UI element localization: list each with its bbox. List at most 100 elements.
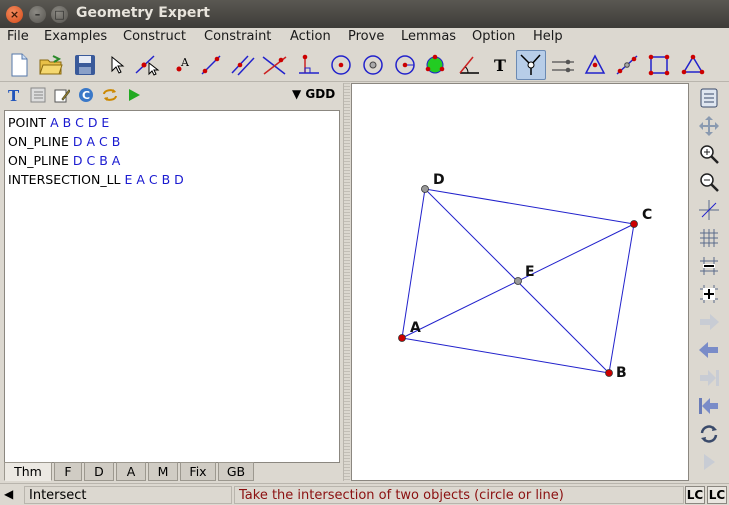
edit-theorem-icon[interactable] xyxy=(52,85,72,105)
step-back-icon[interactable] xyxy=(695,393,723,419)
segment-BC[interactable] xyxy=(608,223,635,374)
theorem-command: ON_PLINE xyxy=(8,153,69,168)
menu-prove[interactable]: Prove xyxy=(348,29,384,44)
new-file-icon[interactable] xyxy=(4,50,34,80)
tab-fix[interactable]: Fix xyxy=(180,462,216,481)
angle-icon[interactable] xyxy=(454,50,484,80)
prover-select[interactable]: ▼ GDD xyxy=(292,87,335,101)
refresh-all-icon[interactable] xyxy=(695,421,723,447)
svg-text:T: T xyxy=(8,87,20,103)
lc-indicator[interactable]: LC xyxy=(707,486,727,504)
theorem-command: INTERSECTION_LL xyxy=(8,172,121,187)
theorem-toolbar: T C ▼ GDD xyxy=(0,83,344,107)
status-bar: ◀ Intersect Take the intersection of two… xyxy=(0,483,729,505)
menu-help[interactable]: Help xyxy=(533,29,563,44)
point-E[interactable] xyxy=(514,277,522,285)
grid-increase-icon[interactable] xyxy=(695,281,723,307)
segment-DA[interactable] xyxy=(401,188,426,339)
tab-m[interactable]: M xyxy=(148,462,178,481)
minimize-button[interactable]: – xyxy=(29,6,46,23)
theorem-args: E A C B D xyxy=(124,172,184,187)
drawing-canvas[interactable]: A B C D E xyxy=(351,83,689,481)
save-icon[interactable] xyxy=(70,50,100,80)
run-prover-icon[interactable] xyxy=(124,85,144,105)
segment-AB[interactable] xyxy=(401,337,610,374)
point-C[interactable] xyxy=(630,220,638,228)
grid-decrease-icon[interactable] xyxy=(695,253,723,279)
tab-gb[interactable]: GB xyxy=(218,462,254,481)
circle-three-point-icon[interactable] xyxy=(358,50,388,80)
text-tool-icon[interactable]: T xyxy=(485,50,515,80)
intersect-tool-icon[interactable] xyxy=(516,50,546,80)
menu-file[interactable]: File xyxy=(7,29,29,44)
line-tool-icon[interactable] xyxy=(196,50,226,80)
window-title: Geometry Expert xyxy=(76,5,210,21)
tab-a[interactable]: A xyxy=(116,462,146,481)
back-arrow-icon[interactable] xyxy=(695,337,723,363)
zoom-out-icon[interactable] xyxy=(695,169,723,195)
theorem-text-icon[interactable]: T xyxy=(4,85,24,105)
menu-lemmas[interactable]: Lemmas xyxy=(401,29,456,44)
tab-f[interactable]: F xyxy=(54,462,82,481)
maximize-button[interactable]: □ xyxy=(51,6,68,23)
notes-icon[interactable] xyxy=(695,85,723,111)
circle-tool-icon[interactable] xyxy=(326,50,356,80)
menu-construct[interactable]: Construct xyxy=(123,29,186,44)
parallel-line-icon[interactable] xyxy=(228,50,258,80)
play-icon[interactable] xyxy=(695,449,723,475)
point-label-A[interactable]: A xyxy=(410,320,421,336)
theorem-line: ON_PLINE D C B A xyxy=(8,153,336,172)
open-folder-icon[interactable] xyxy=(36,50,66,80)
select-pointer-icon[interactable] xyxy=(102,50,132,80)
menu-examples[interactable]: Examples xyxy=(44,29,107,44)
panel-splitter[interactable] xyxy=(344,83,350,481)
theorem-command: ON_PLINE xyxy=(8,134,69,149)
crosshair-icon[interactable] xyxy=(695,197,723,223)
circle-radius-icon[interactable] xyxy=(390,50,420,80)
status-tool-name: Intersect xyxy=(24,486,232,504)
zoom-in-icon[interactable] xyxy=(695,141,723,167)
segment-DC[interactable] xyxy=(424,188,635,225)
theorem-args: D C B A xyxy=(72,153,121,168)
close-button[interactable]: × xyxy=(6,6,23,23)
point-label-D[interactable]: D xyxy=(433,172,445,188)
drag-line-icon[interactable] xyxy=(132,50,162,80)
point-D[interactable] xyxy=(421,185,429,193)
theorem-args: A B C D E xyxy=(50,115,110,130)
point-tool-icon[interactable]: A xyxy=(166,50,196,80)
app-window: × – □ Geometry Expert File Examples Cons… xyxy=(0,0,729,505)
tab-thm[interactable]: Thm xyxy=(4,462,52,481)
refresh-icon[interactable] xyxy=(100,85,120,105)
compass-icon[interactable] xyxy=(420,50,450,80)
midpoint-icon[interactable] xyxy=(612,50,642,80)
point-label-B[interactable]: B xyxy=(616,365,627,381)
point-A[interactable] xyxy=(398,334,406,342)
geometry-drawing[interactable]: A B C D E xyxy=(352,84,690,482)
status-message: Take the intersection of two objects (ci… xyxy=(234,486,684,504)
list-view-icon[interactable] xyxy=(28,85,48,105)
lc-indicator[interactable]: LC xyxy=(685,486,705,504)
forward-arrow-icon[interactable] xyxy=(695,309,723,335)
construct-c-icon[interactable]: C xyxy=(76,85,96,105)
status-arrow-icon[interactable]: ◀ xyxy=(4,487,13,501)
prover-label: GDD xyxy=(305,87,336,101)
menu-option[interactable]: Option xyxy=(472,29,515,44)
pan-icon[interactable] xyxy=(695,113,723,139)
point-label-C[interactable]: C xyxy=(642,207,652,223)
step-forward-icon[interactable] xyxy=(695,365,723,391)
triangle-tool-icon[interactable] xyxy=(580,50,610,80)
grid-icon[interactable] xyxy=(695,225,723,251)
equilateral-triangle-icon[interactable] xyxy=(678,50,708,80)
theorem-editor[interactable]: POINT A B C D E ON_PLINE D A C B ON_PLINE D… xyxy=(4,110,340,463)
square-tool-icon[interactable] xyxy=(644,50,674,80)
foot-icon[interactable] xyxy=(294,50,324,80)
point-label-E[interactable]: E xyxy=(525,264,535,280)
point-B[interactable] xyxy=(605,369,613,377)
chevron-down-icon: ▼ xyxy=(292,87,302,101)
menu-action[interactable]: Action xyxy=(290,29,331,44)
perpendicular-line-icon[interactable] xyxy=(260,50,290,80)
mirror-icon[interactable] xyxy=(548,50,578,80)
tab-d[interactable]: D xyxy=(84,462,114,481)
title-bar: × – □ Geometry Expert xyxy=(0,0,729,28)
menu-constraint[interactable]: Constraint xyxy=(204,29,271,44)
